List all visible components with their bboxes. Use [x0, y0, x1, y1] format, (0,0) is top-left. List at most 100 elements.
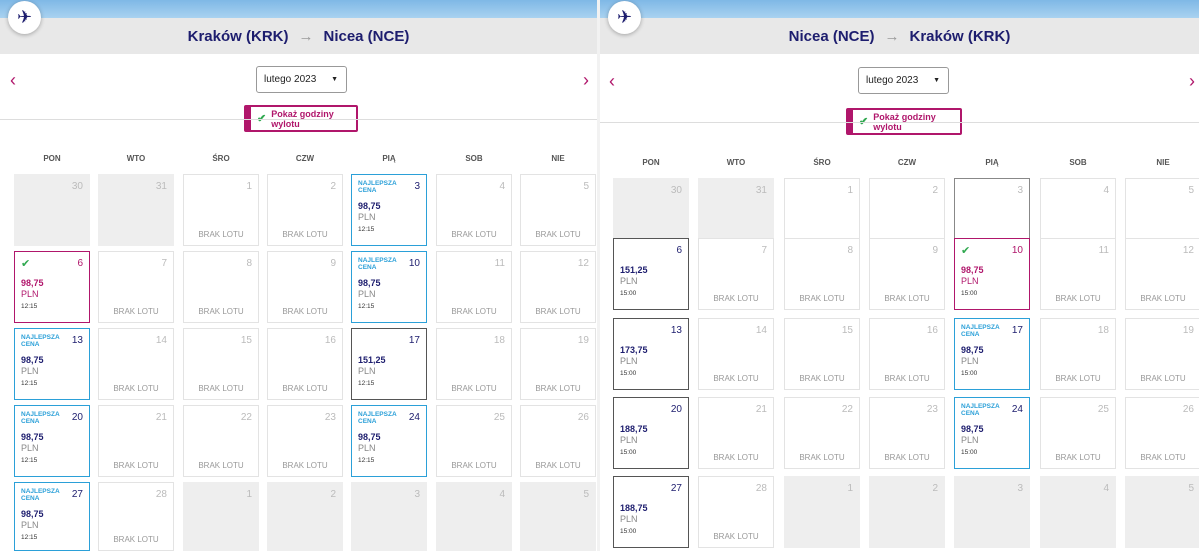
day-cell[interactable]: 21 BRAK LOTU	[98, 405, 174, 477]
checkmark-icon: ✔	[961, 245, 971, 257]
day-cell[interactable]: 25 BRAK LOTU	[1040, 397, 1116, 469]
no-flight-label: BRAK LOTU	[1140, 453, 1186, 462]
day-cell-flight[interactable]: 17 151,25 PLN 12:15	[351, 328, 427, 400]
departure-time: 15:00	[620, 528, 637, 535]
day-cell[interactable]: 7 BRAK LOTU	[98, 251, 174, 323]
day-cell[interactable]: 9 BRAK LOTU	[267, 251, 343, 323]
day-cell: 30	[14, 174, 90, 246]
month-select[interactable]: lutego 2023 ▼	[858, 67, 949, 94]
day-cell[interactable]: 18 BRAK LOTU	[436, 328, 512, 400]
day-cell-flight[interactable]: 24 NAJLEPSZA CENA 98,75 PLN 15:00	[954, 397, 1030, 469]
day-cell-flight[interactable]: 17 NAJLEPSZA CENA 98,75 PLN 15:00	[954, 318, 1030, 390]
best-price-badge: NAJLEPSZA CENA	[961, 324, 1000, 338]
day-number: 7	[761, 245, 767, 256]
price-value: 188,75	[620, 424, 648, 434]
day-cell[interactable]: 15 BRAK LOTU	[784, 318, 860, 390]
day-cell: 4	[1040, 476, 1116, 548]
day-cell[interactable]: 11 BRAK LOTU	[1040, 238, 1116, 310]
day-cell[interactable]: 28 BRAK LOTU	[698, 476, 774, 548]
day-cell[interactable]: 12 BRAK LOTU	[1125, 238, 1199, 310]
day-number: 8	[246, 258, 252, 269]
day-cell[interactable]: 19 BRAK LOTU	[1125, 318, 1199, 390]
day-cell[interactable]: 4 BRAK LOTU	[436, 174, 512, 246]
day-cell-flight[interactable]: 20 NAJLEPSZA CENA 98,75 PLN 12:15	[14, 405, 90, 477]
departure-time: 15:00	[620, 370, 637, 377]
day-cell-flight[interactable]: 20 188,75 PLN 15:00	[613, 397, 689, 469]
day-cell[interactable]: 11 BRAK LOTU	[436, 251, 512, 323]
day-cell-flight[interactable]: 27 NAJLEPSZA CENA 98,75 PLN 12:15	[14, 482, 90, 551]
day-cell[interactable]: 7 BRAK LOTU	[698, 238, 774, 310]
day-cell-flight[interactable]: 6 151,25 PLN 15:00	[613, 238, 689, 310]
day-cell[interactable]: 28 BRAK LOTU	[98, 482, 174, 551]
chevron-left-icon[interactable]: ‹	[10, 70, 16, 91]
day-cell[interactable]: 18 BRAK LOTU	[1040, 318, 1116, 390]
chevron-right-icon[interactable]: ›	[583, 70, 589, 91]
day-cell-flight[interactable]: 13 NAJLEPSZA CENA 98,75 PLN 12:15	[14, 328, 90, 400]
day-number: 31	[755, 185, 767, 196]
day-cell-flight[interactable]: 24 NAJLEPSZA CENA 98,75 PLN 12:15	[351, 405, 427, 477]
day-cell[interactable]: 5 BRAK LOTU	[520, 174, 596, 246]
day-number: 4	[499, 489, 505, 500]
header-divider	[0, 119, 597, 120]
day-cell[interactable]: 9 BRAK LOTU	[869, 238, 945, 310]
day-number: 18	[1097, 325, 1109, 336]
day-cell: 1	[183, 482, 259, 551]
day-cell[interactable]: 23 BRAK LOTU	[869, 397, 945, 469]
day-cell[interactable]: 14 BRAK LOTU	[98, 328, 174, 400]
day-number: 5	[1188, 483, 1194, 494]
day-cell-flight[interactable]: 13 173,75 PLN 15:00	[613, 318, 689, 390]
day-number: 1	[847, 483, 853, 494]
day-cell[interactable]: 22 BRAK LOTU	[784, 397, 860, 469]
day-number: 22	[841, 404, 853, 415]
day-cell-flight[interactable]: 27 188,75 PLN 15:00	[613, 476, 689, 548]
day-cell[interactable]: 8 BRAK LOTU	[784, 238, 860, 310]
price-value: 98,75	[358, 278, 381, 288]
day-cell[interactable]: 25 BRAK LOTU	[436, 405, 512, 477]
departure-time: 15:00	[961, 290, 978, 297]
airplane-icon[interactable]: ✈	[8, 1, 41, 34]
day-cell[interactable]: 19 BRAK LOTU	[520, 328, 596, 400]
chevron-right-icon[interactable]: ›	[1189, 71, 1195, 92]
header-divider	[600, 122, 1199, 123]
day-number: 7	[161, 258, 167, 269]
day-cell-flight[interactable]: 10 ✔ 98,75 PLN 15:00	[954, 238, 1030, 310]
day-cell[interactable]: 22 BRAK LOTU	[183, 405, 259, 477]
currency-label: PLN	[21, 289, 39, 299]
day-cell[interactable]: 2 BRAK LOTU	[267, 174, 343, 246]
departure-time: 12:15	[358, 380, 375, 387]
day-cell[interactable]: 8 BRAK LOTU	[183, 251, 259, 323]
day-cell-flight[interactable]: 6 ✔ 98,75 PLN 12:15	[14, 251, 90, 323]
day-cell[interactable]: 26 BRAK LOTU	[1125, 397, 1199, 469]
day-cell[interactable]: 26 BRAK LOTU	[520, 405, 596, 477]
chevron-left-icon[interactable]: ‹	[609, 71, 615, 92]
weekday-label: WTO	[126, 154, 146, 163]
no-flight-label: BRAK LOTU	[799, 294, 845, 303]
day-cell[interactable]: 16 BRAK LOTU	[869, 318, 945, 390]
day-cell[interactable]: 12 BRAK LOTU	[520, 251, 596, 323]
day-cell[interactable]: 21 BRAK LOTU	[698, 397, 774, 469]
day-number: 5	[583, 181, 589, 192]
day-number: 16	[324, 335, 336, 346]
day-number: 1	[246, 489, 252, 500]
departure-time: 15:00	[961, 370, 978, 377]
day-cell[interactable]: 14 BRAK LOTU	[698, 318, 774, 390]
airplane-icon[interactable]: ✈	[608, 1, 641, 34]
departure-time: 12:15	[358, 226, 375, 233]
day-number: 8	[847, 245, 853, 256]
currency-label: PLN	[21, 366, 39, 376]
day-cell-flight[interactable]: 3 NAJLEPSZA CENA 98,75 PLN 12:15	[351, 174, 427, 246]
day-cell[interactable]: 1 BRAK LOTU	[183, 174, 259, 246]
day-cell[interactable]: 16 BRAK LOTU	[267, 328, 343, 400]
day-cell: 4	[436, 482, 512, 551]
day-cell[interactable]: 15 BRAK LOTU	[183, 328, 259, 400]
day-number: 9	[932, 245, 938, 256]
day-number: 3	[414, 489, 420, 500]
day-cell-flight[interactable]: 10 NAJLEPSZA CENA 98,75 PLN 12:15	[351, 251, 427, 323]
day-number: 26	[1182, 404, 1194, 415]
day-cell[interactable]: 23 BRAK LOTU	[267, 405, 343, 477]
no-flight-label: BRAK LOTU	[113, 461, 159, 470]
day-cell: 31	[98, 174, 174, 246]
month-select[interactable]: lutego 2023 ▼	[256, 66, 347, 93]
day-cell: 5	[520, 482, 596, 551]
day-number: 21	[755, 404, 767, 415]
